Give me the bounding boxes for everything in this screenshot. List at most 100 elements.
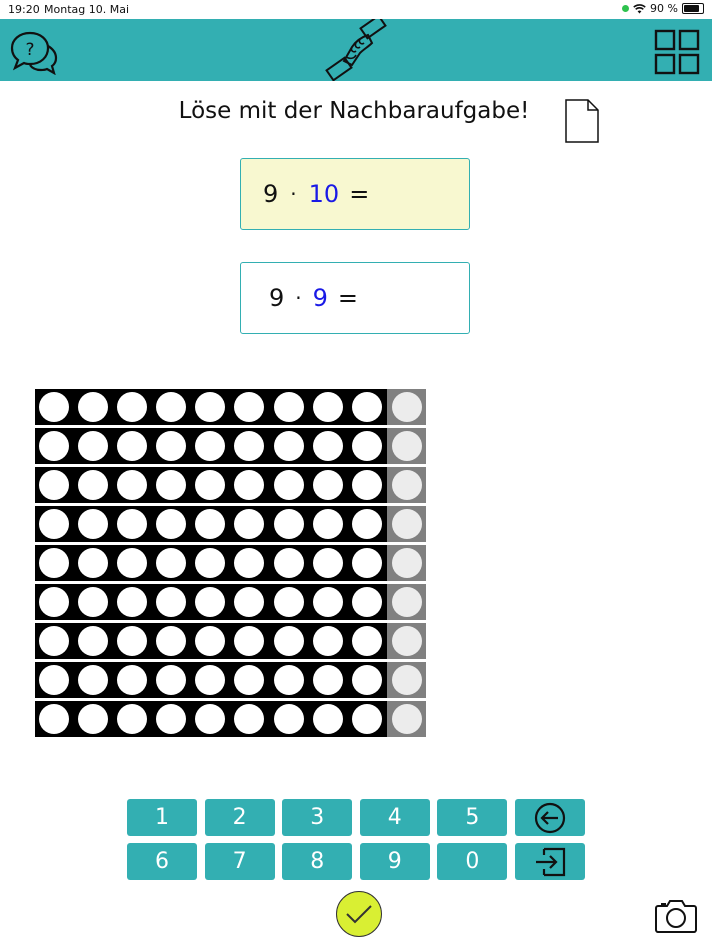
white-dot <box>234 704 265 734</box>
status-time: 19:20 <box>8 3 40 16</box>
white-dot <box>156 704 187 734</box>
white-dot <box>351 704 382 734</box>
eq2-equals: = <box>337 284 359 312</box>
white-dot <box>312 704 343 734</box>
dot-row-grey <box>387 389 426 425</box>
white-dot <box>312 626 343 656</box>
camera-button[interactable] <box>654 898 698 934</box>
white-dot <box>117 431 148 461</box>
dot-field <box>35 389 426 740</box>
white-dot <box>351 587 382 617</box>
grid-icon[interactable] <box>654 29 700 75</box>
white-dot <box>273 431 304 461</box>
key-9[interactable]: 9 <box>359 843 430 880</box>
white-dot <box>234 665 265 695</box>
key-0[interactable]: 0 <box>437 843 508 880</box>
white-dot <box>39 509 69 539</box>
white-dot <box>351 392 382 422</box>
white-dot <box>117 704 148 734</box>
white-dot <box>195 665 226 695</box>
dot-row-black <box>35 467 387 503</box>
camera-icon <box>655 900 697 933</box>
white-dot <box>312 470 343 500</box>
white-dot <box>78 548 109 578</box>
dot-row-grey <box>387 701 426 737</box>
white-dot <box>78 431 109 461</box>
equation-box-1[interactable]: 9 · 10 = <box>240 158 470 230</box>
white-dot <box>156 548 187 578</box>
dot-row <box>35 506 426 542</box>
white-dot <box>117 626 148 656</box>
eq1-left: 9 <box>263 180 279 208</box>
dot-row <box>35 623 426 659</box>
status-bar: 19:20 Montag 10. Mai 90 % <box>0 0 712 18</box>
white-dot <box>273 626 304 656</box>
white-dot <box>78 509 109 539</box>
key-8[interactable]: 8 <box>282 843 353 880</box>
white-dot <box>39 665 69 695</box>
white-dot <box>156 392 187 422</box>
white-dot <box>78 665 109 695</box>
handshake-icon <box>322 19 390 81</box>
check-button[interactable] <box>336 891 382 937</box>
key-6[interactable]: 6 <box>127 843 197 880</box>
arrow-left-circle-icon <box>534 802 566 833</box>
white-dot <box>312 431 343 461</box>
backspace-button[interactable] <box>514 799 585 836</box>
enter-button[interactable] <box>514 843 585 880</box>
white-dot <box>39 431 69 461</box>
eq2-right: 9 <box>312 284 328 312</box>
white-dot <box>234 548 265 578</box>
dot-row-black <box>35 701 387 737</box>
white-dot <box>78 587 109 617</box>
eq1-equals: = <box>349 180 370 208</box>
key-5[interactable]: 5 <box>437 799 508 836</box>
grey-dot <box>391 470 422 500</box>
white-dot <box>117 392 148 422</box>
white-dot <box>312 587 343 617</box>
white-dot <box>156 431 187 461</box>
white-dot <box>156 626 187 656</box>
white-dot <box>195 392 226 422</box>
key-4[interactable]: 4 <box>359 799 430 836</box>
dot-row <box>35 428 426 464</box>
key-2[interactable]: 2 <box>204 799 275 836</box>
white-dot <box>117 665 148 695</box>
document-icon[interactable] <box>564 98 600 144</box>
equation-box-2[interactable]: 9 · 9 = <box>240 262 470 334</box>
dot-row-grey <box>387 545 426 581</box>
dot-row-black <box>35 623 387 659</box>
white-dot <box>117 470 148 500</box>
white-dot <box>78 392 109 422</box>
camera-indicator-icon <box>622 5 630 12</box>
white-dot <box>234 470 265 500</box>
dot-row-grey <box>387 506 426 542</box>
white-dot <box>78 704 109 734</box>
eq2-left: 9 <box>269 284 285 312</box>
key-1[interactable]: 1 <box>127 799 197 836</box>
grey-dot <box>391 587 422 617</box>
white-dot <box>195 626 226 656</box>
task-title: Löse mit der Nachbaraufgabe! <box>178 98 530 124</box>
grey-dot <box>391 704 422 734</box>
white-dot <box>273 470 304 500</box>
battery-percent: 90 % <box>650 2 678 15</box>
question-speech-icon[interactable]: ? <box>10 31 58 75</box>
white-dot <box>312 392 343 422</box>
key-7[interactable]: 7 <box>204 843 275 880</box>
white-dot <box>195 470 226 500</box>
white-dot <box>273 509 304 539</box>
dot-row-grey <box>387 584 426 620</box>
white-dot <box>234 587 265 617</box>
key-3[interactable]: 3 <box>282 799 353 836</box>
white-dot <box>195 509 226 539</box>
white-dot <box>195 704 226 734</box>
eq1-right: 10 <box>308 180 340 208</box>
white-dot <box>39 392 69 422</box>
white-dot <box>195 587 226 617</box>
white-dot <box>156 470 187 500</box>
dot-row-black <box>35 428 387 464</box>
dot-row <box>35 584 426 620</box>
white-dot <box>39 587 69 617</box>
status-date: Montag 10. Mai <box>44 3 130 16</box>
